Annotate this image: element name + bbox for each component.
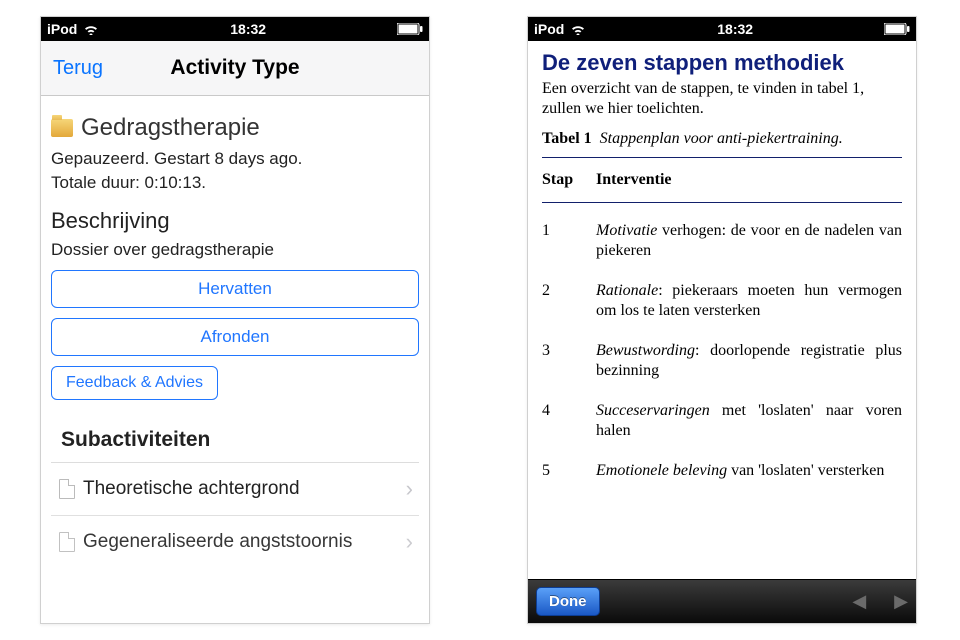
page-title: Activity Type xyxy=(170,56,299,80)
doc-subtitle: Een overzicht van de stappen, te vinden … xyxy=(542,79,902,119)
intervention-text: Bewustwording: doorlopende registratie p… xyxy=(596,341,902,381)
doc-title: De zeven stappen methodiek xyxy=(542,49,902,77)
document-icon xyxy=(59,479,75,499)
status-line-1: Gepauzeerd. Gestart 8 days ago. xyxy=(51,148,419,170)
description-header: Beschrijving xyxy=(51,208,419,234)
table-label: Tabel 1 xyxy=(542,130,592,147)
col-step: Stap xyxy=(542,170,582,190)
table-rule xyxy=(542,202,902,203)
chevron-right-icon: › xyxy=(406,529,413,555)
battery-icon xyxy=(884,23,910,35)
description-text: Dossier over gedragstherapie xyxy=(51,240,419,260)
document-view[interactable]: De zeven stappen methodiek Een overzicht… xyxy=(528,41,916,581)
clock: 18:32 xyxy=(717,21,753,37)
subactivities-header: Subactiviteiten xyxy=(61,428,419,452)
back-button[interactable]: Terug xyxy=(53,57,103,80)
chevron-right-icon: › xyxy=(406,476,413,502)
device-label: iPod xyxy=(534,21,564,37)
table-row: 1 Motivatie verhogen: de voor en de nadel… xyxy=(542,211,902,271)
step-number: 3 xyxy=(542,341,582,381)
table-caption: Tabel 1 Stappenplan voor anti-piekertrai… xyxy=(542,129,902,149)
col-intervention: Interventie xyxy=(596,170,672,190)
step-number: 1 xyxy=(542,221,582,261)
wifi-icon xyxy=(83,23,99,35)
list-item[interactable]: Theoretische achtergrond › xyxy=(51,462,419,515)
document-icon xyxy=(59,532,75,552)
table-row: 5 Emotionele beleving van 'loslaten' vers… xyxy=(542,451,902,491)
step-number: 2 xyxy=(542,281,582,321)
next-page-button[interactable]: ▶ xyxy=(894,591,908,612)
phone-left: iPod 18:32 Terug Activity Type Gedragsth… xyxy=(40,16,430,624)
nav-bar: Terug Activity Type xyxy=(41,41,429,96)
finish-button[interactable]: Afronden xyxy=(51,318,419,356)
clock: 18:32 xyxy=(230,21,266,37)
doc-toolbar: Done ◀ ▶ xyxy=(528,579,916,623)
folder-icon xyxy=(51,119,73,137)
table-caption-text: Stappenplan voor anti-piekertraining. xyxy=(600,130,843,147)
table-row: 4 Succeservaringen met 'loslaten' naar vo… xyxy=(542,391,902,451)
list-item-label: Gegeneraliseerde angststoornis xyxy=(83,531,352,553)
table-header: Stap Interventie xyxy=(542,166,902,194)
status-bar: iPod 18:32 xyxy=(528,17,916,41)
intervention-text: Rationale: piekeraars moeten hun vermoge… xyxy=(596,281,902,321)
step-number: 5 xyxy=(542,461,582,481)
device-label: iPod xyxy=(47,21,77,37)
content-area: Gedragstherapie Gepauzeerd. Gestart 8 da… xyxy=(41,96,429,568)
status-bar: iPod 18:32 xyxy=(41,17,429,41)
status-line-2: Totale duur: 0:10:13. xyxy=(51,172,419,194)
activity-name: Gedragstherapie xyxy=(81,114,260,142)
phone-right: iPod 18:32 De zeven stappen methodiek Ee… xyxy=(527,16,917,624)
table-rule xyxy=(542,157,902,158)
intervention-text: Emotionele beleving van 'loslaten' verst… xyxy=(596,461,902,481)
list-item-label: Theoretische achtergrond xyxy=(83,478,300,500)
resume-button[interactable]: Hervatten xyxy=(51,270,419,308)
done-button[interactable]: Done xyxy=(536,587,600,616)
intervention-text: Motivatie verhogen: de voor en de nadele… xyxy=(596,221,902,261)
step-number: 4 xyxy=(542,401,582,441)
battery-icon xyxy=(397,23,423,35)
feedback-button[interactable]: Feedback & Advies xyxy=(51,366,218,400)
activity-header: Gedragstherapie xyxy=(51,114,419,142)
wifi-icon xyxy=(570,23,586,35)
table-body: 1 Motivatie verhogen: de voor en de nadel… xyxy=(542,211,902,491)
table-row: 2 Rationale: piekeraars moeten hun vermog… xyxy=(542,271,902,331)
intervention-text: Succeservaringen met 'loslaten' naar vor… xyxy=(596,401,902,441)
list-item[interactable]: Gegeneraliseerde angststoornis › xyxy=(51,515,419,568)
table-row: 3 Bewustwording: doorlopende registratie … xyxy=(542,331,902,391)
prev-page-button[interactable]: ◀ xyxy=(852,591,866,612)
